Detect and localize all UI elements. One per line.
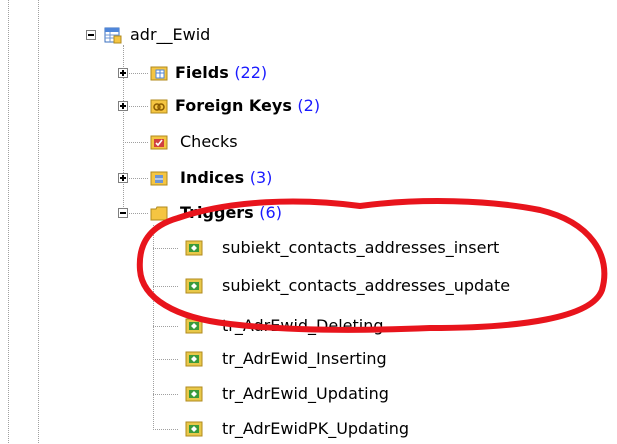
- trigger-icon: [185, 351, 203, 367]
- group-label-foreign-keys: Foreign Keys (2): [175, 96, 321, 115]
- table-icon: [104, 27, 122, 44]
- trigger-item[interactable]: tr_AdrEwidPK_Updating: [0, 414, 617, 444]
- group-label-indices: Indices (3): [180, 168, 273, 187]
- trigger-icon: [185, 386, 203, 402]
- trigger-item[interactable]: subiekt_contacts_addresses_update: [0, 271, 617, 301]
- table-name: adr__Ewid: [130, 25, 211, 44]
- tree-node-triggers[interactable]: Triggers (6): [0, 198, 617, 228]
- trigger-item[interactable]: subiekt_contacts_addresses_insert: [0, 233, 617, 263]
- triggers-folder-icon: [150, 206, 168, 221]
- trigger-item[interactable]: tr_AdrEwid_Deleting: [0, 311, 617, 341]
- group-label-checks: Checks: [180, 132, 238, 151]
- indices-count: (3): [249, 168, 273, 187]
- collapse-icon[interactable]: [118, 208, 128, 218]
- tree-node-indices[interactable]: Indices (3): [0, 163, 617, 193]
- foreign-keys-count: (2): [297, 96, 321, 115]
- trigger-item[interactable]: tr_AdrEwid_Updating: [0, 379, 617, 409]
- table-node[interactable]: adr__Ewid: [0, 20, 617, 50]
- trigger-item[interactable]: tr_AdrEwid_Inserting: [0, 344, 617, 374]
- tree-connector: [153, 429, 178, 430]
- trigger-name: tr_AdrEwid_Deleting: [222, 316, 384, 335]
- tree-connector: [153, 248, 178, 249]
- expand-icon[interactable]: [118, 68, 128, 78]
- indices-folder-icon: [150, 171, 168, 186]
- trigger-icon: [185, 421, 203, 437]
- fields-folder-icon: [150, 66, 168, 81]
- trigger-name: tr_AdrEwid_Inserting: [222, 349, 387, 368]
- collapse-icon[interactable]: [86, 30, 96, 40]
- trigger-name: subiekt_contacts_addresses_update: [222, 276, 511, 295]
- trigger-name: tr_AdrEwid_Updating: [222, 384, 389, 403]
- foreign-keys-folder-icon: [150, 99, 168, 114]
- group-label-fields: Fields (22): [175, 63, 268, 82]
- tree-connector: [153, 326, 178, 327]
- tree-connector: [153, 394, 178, 395]
- group-label-triggers: Triggers (6): [180, 203, 282, 222]
- fields-count: (22): [234, 63, 268, 82]
- tree-node-fields[interactable]: Fields (22): [0, 58, 617, 88]
- trigger-name: tr_AdrEwidPK_Updating: [222, 419, 410, 438]
- trigger-icon: [185, 278, 203, 294]
- expand-icon[interactable]: [118, 173, 128, 183]
- triggers-count: (6): [259, 203, 282, 222]
- tree-node-checks[interactable]: Checks: [0, 127, 617, 157]
- tree-connector: [153, 359, 178, 360]
- expand-icon[interactable]: [118, 101, 128, 111]
- tree-connector: [153, 286, 178, 287]
- trigger-name: subiekt_contacts_addresses_insert: [222, 238, 500, 257]
- tree-node-foreign-keys[interactable]: Foreign Keys (2): [0, 91, 617, 121]
- trigger-icon: [185, 318, 203, 334]
- checks-folder-icon: [150, 135, 168, 150]
- trigger-icon: [185, 240, 203, 256]
- tree-connector: [123, 142, 148, 143]
